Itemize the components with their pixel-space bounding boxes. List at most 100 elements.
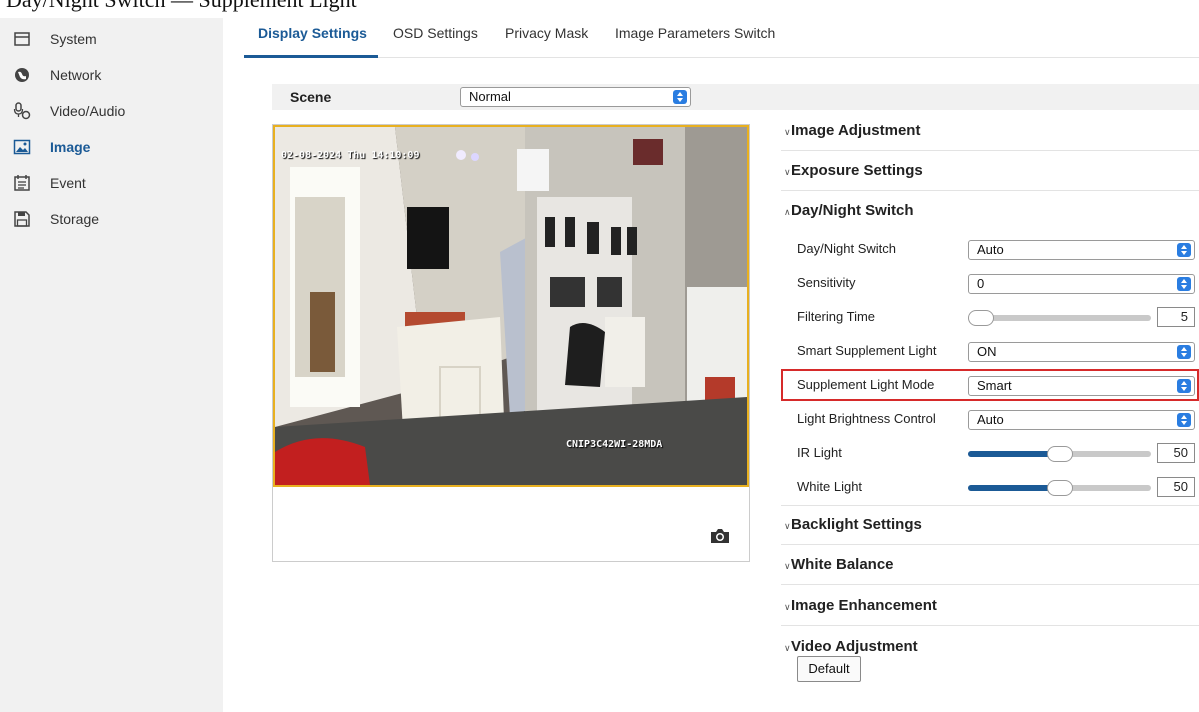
slider-fill (968, 451, 1060, 457)
scene-label: Scene (290, 89, 332, 105)
video-frame (275, 127, 747, 485)
osd-datetime: 02-08-2024 Thu 14:10:09 (281, 150, 420, 161)
row-sensitivity: Sensitivity 0 (781, 266, 1199, 300)
white-light-value[interactable]: 50 (1157, 477, 1195, 497)
chevron-down-icon: ∨ (784, 602, 791, 612)
active-tab-indicator (244, 55, 378, 58)
slider-handle[interactable] (1046, 480, 1073, 496)
row-white-light: White Light 50 (781, 470, 1199, 504)
default-button[interactable]: Default (797, 656, 861, 682)
chevron-down-icon: ∨ (784, 167, 791, 177)
image-icon (13, 138, 31, 156)
slider-fill (968, 485, 1060, 491)
sidebar-item-label: Event (50, 175, 86, 191)
smart-supplement-light-select[interactable]: ON (968, 342, 1195, 362)
section-title: White Balance (791, 556, 894, 573)
sidebar: System Network Video/Audio Image Event S… (0, 18, 223, 712)
select-value: Smart (977, 378, 1012, 393)
sidebar-item-storage[interactable]: Storage (0, 201, 223, 237)
row-smart-supplement-light: Smart Supplement Light ON (781, 334, 1199, 368)
chevron-down-icon: ∨ (784, 643, 791, 653)
video-feed[interactable]: 02-08-2024 Thu 14:10:09 CNIP3C42WI-28MDA (273, 125, 749, 487)
section-title: Image Enhancement (791, 597, 937, 614)
select-arrow-icon (1177, 379, 1191, 393)
snapshot-button[interactable] (709, 527, 731, 545)
chevron-down-icon: ∨ (784, 521, 791, 531)
network-icon (13, 66, 31, 84)
field-label: White Light (797, 479, 863, 494)
day-night-switch-select[interactable]: Auto (968, 240, 1195, 260)
light-brightness-control-select[interactable]: Auto (968, 410, 1195, 430)
section-day-night-switch[interactable]: ∧ Day/Night Switch (781, 192, 1199, 231)
sidebar-item-label: Storage (50, 211, 100, 227)
live-preview: 02-08-2024 Thu 14:10:09 CNIP3C42WI-28MDA (272, 124, 750, 562)
section-image-enhancement[interactable]: ∨ Image Enhancement (781, 587, 1199, 626)
row-day-night-switch: Day/Night Switch Auto (781, 232, 1199, 266)
section-title: Backlight Settings (791, 516, 922, 533)
osd-camera-name: CNIP3C42WI-28MDA (566, 439, 663, 450)
sidebar-item-network[interactable]: Network (0, 57, 223, 93)
section-exposure-settings[interactable]: ∨ Exposure Settings (781, 152, 1199, 191)
field-label: Day/Night Switch (797, 241, 896, 256)
section-title: Exposure Settings (791, 162, 923, 179)
field-label: Sensitivity (797, 275, 856, 290)
sidebar-item-event[interactable]: Event (0, 165, 223, 201)
select-value: ON (977, 344, 997, 359)
sidebar-item-label: System (50, 31, 97, 47)
select-arrow-icon (1177, 277, 1191, 291)
select-arrow-icon (1177, 243, 1191, 257)
page-caption: Day/Night Switch — Supplement Light (6, 0, 357, 13)
slider-handle[interactable] (1046, 446, 1073, 462)
storage-icon (13, 210, 31, 228)
tab-image-parameters-switch[interactable]: Image Parameters Switch (615, 25, 775, 41)
section-image-adjustment[interactable]: ∨ Image Adjustment (781, 112, 1199, 151)
scene-select[interactable]: Normal (460, 87, 691, 107)
row-light-brightness-control: Light Brightness Control Auto (781, 402, 1199, 436)
scene-bar: Scene Normal (272, 84, 1199, 110)
video-audio-icon (13, 102, 31, 120)
chevron-up-icon: ∧ (784, 207, 791, 217)
section-white-balance[interactable]: ∨ White Balance (781, 546, 1199, 585)
field-label: Supplement Light Mode (797, 377, 935, 392)
field-label: Light Brightness Control (797, 411, 936, 426)
sensitivity-select[interactable]: 0 (968, 274, 1195, 294)
field-label: Smart Supplement Light (797, 343, 937, 358)
sidebar-item-label: Video/Audio (50, 103, 126, 119)
select-arrow-icon (1177, 345, 1191, 359)
row-filtering-time: Filtering Time 5 (781, 300, 1199, 334)
chevron-down-icon: ∨ (784, 127, 791, 137)
filtering-time-value[interactable]: 5 (1157, 307, 1195, 327)
select-value: Auto (977, 412, 1004, 427)
event-icon (13, 174, 31, 192)
select-value: Auto (977, 242, 1004, 257)
supplement-light-mode-select[interactable]: Smart (968, 376, 1195, 396)
sidebar-item-label: Image (50, 139, 91, 155)
field-label: IR Light (797, 445, 842, 460)
system-icon (13, 30, 31, 48)
sidebar-item-label: Network (50, 67, 102, 83)
sidebar-item-image[interactable]: Image (0, 129, 223, 165)
filtering-time-slider[interactable] (968, 310, 1151, 326)
sidebar-item-video-audio[interactable]: Video/Audio (0, 93, 223, 129)
section-title: Image Adjustment (791, 122, 921, 139)
tab-bar: Display Settings OSD Settings Privacy Ma… (244, 18, 1199, 58)
tab-privacy-mask[interactable]: Privacy Mask (505, 25, 588, 41)
ir-light-value[interactable]: 50 (1157, 443, 1195, 463)
row-supplement-light-mode: Supplement Light Mode Smart (781, 368, 1199, 402)
section-title: Day/Night Switch (791, 202, 914, 219)
camera-icon (711, 529, 729, 543)
scene-select-value: Normal (469, 89, 511, 104)
sidebar-item-system[interactable]: System (0, 21, 223, 57)
select-arrow-icon (1177, 413, 1191, 427)
tab-osd-settings[interactable]: OSD Settings (393, 25, 478, 41)
section-backlight-settings[interactable]: ∨ Backlight Settings (781, 505, 1199, 545)
slider-handle[interactable] (968, 310, 994, 326)
ir-light-slider[interactable] (968, 446, 1151, 462)
select-value: 0 (977, 276, 985, 291)
white-light-slider[interactable] (968, 480, 1151, 496)
tab-display-settings[interactable]: Display Settings (258, 25, 367, 41)
section-title: Video Adjustment (791, 638, 918, 655)
chevron-down-icon: ∨ (784, 561, 791, 571)
field-label: Filtering Time (797, 309, 876, 324)
row-ir-light: IR Light 50 (781, 436, 1199, 470)
